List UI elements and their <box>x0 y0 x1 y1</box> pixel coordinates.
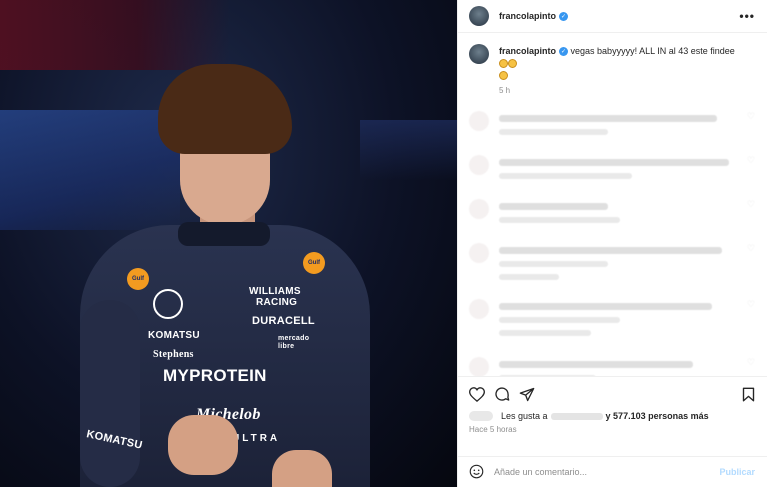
header-username[interactable]: francolapinto <box>499 11 556 21</box>
racing-logo: RACING <box>256 297 298 308</box>
duracell-logo: DURACELL <box>252 315 315 327</box>
comment-avatar[interactable] <box>469 243 489 263</box>
like-comment-icon[interactable]: ♡ <box>747 199 755 210</box>
share-paper-plane-icon[interactable] <box>519 387 535 404</box>
comment-row[interactable]: ♡ <box>469 357 755 376</box>
verified-badge-icon: ✓ <box>559 47 569 57</box>
more-options-icon[interactable]: ••• <box>739 9 755 23</box>
right-hand <box>272 450 332 487</box>
like-comment-icon[interactable]: ♡ <box>747 155 755 166</box>
emoji-icon <box>499 71 508 81</box>
post-caption: francolapinto ✓ vegas babyyyyy! ALL IN al… <box>469 44 755 97</box>
libre-logo: libre <box>278 343 295 350</box>
likes-summary[interactable]: Les gusta a y 577.103 personas más <box>469 411 755 421</box>
post-time: Hace 5 horas <box>469 425 517 434</box>
like-comment-icon[interactable]: ♡ <box>747 111 755 122</box>
caption-avatar[interactable] <box>469 44 489 64</box>
liker-name-blurred[interactable] <box>550 412 603 420</box>
comments-list[interactable]: francolapinto ✓ vegas babyyyyy! ALL IN al… <box>458 33 767 376</box>
likes-count[interactable]: y 577.103 personas más <box>606 411 709 421</box>
stephens-logo: Stephens <box>153 349 194 360</box>
suit-collar <box>178 222 270 246</box>
mercedes-logo <box>153 289 183 319</box>
post-image[interactable]: Gulf Gulf WILLIAMS RACING DURACELL KOMAT… <box>0 0 457 487</box>
publish-button[interactable]: Publicar <box>719 467 755 477</box>
comment-input[interactable]: Añade un comentario... <box>494 467 719 477</box>
comment-row[interactable]: ♡ <box>469 111 755 155</box>
background-red-panel <box>0 0 230 70</box>
background-blue-screen-right <box>360 120 457 180</box>
emoji-picker-icon[interactable] <box>469 464 484 481</box>
like-comment-icon[interactable]: ♡ <box>747 299 755 310</box>
bookmark-icon[interactable] <box>742 387 755 404</box>
comment-bubble-icon[interactable] <box>494 386 510 404</box>
caption-username[interactable]: francolapinto <box>499 46 556 56</box>
like-comment-icon[interactable]: ♡ <box>747 243 755 254</box>
emoji-icon <box>508 59 517 69</box>
gulf-logo-left: Gulf <box>127 268 149 290</box>
myprotein-logo: MYPROTEIN <box>163 366 267 385</box>
comment-avatar[interactable] <box>469 155 489 175</box>
caption-text: vegas babyyyyy! ALL IN al 43 este findee <box>570 46 735 56</box>
like-heart-icon[interactable] <box>468 386 486 404</box>
comment-avatar[interactable] <box>469 357 489 376</box>
likes-prefix: Les gusta a <box>501 411 548 421</box>
komatsu-logo: KOMATSU <box>148 330 200 341</box>
post-actions: Les gusta a y 577.103 personas más Hace … <box>458 376 767 456</box>
emoji-icon <box>499 59 508 69</box>
background-blue-screen <box>0 110 180 230</box>
comment-row[interactable]: ♡ <box>469 243 755 299</box>
left-arm <box>80 300 140 487</box>
williams-logo: WILLIAMS <box>249 286 301 297</box>
post-modal: Gulf Gulf WILLIAMS RACING DURACELL KOMAT… <box>0 0 767 487</box>
comment-avatar[interactable] <box>469 199 489 219</box>
mercado-logo: mercado <box>278 335 310 342</box>
verified-badge-icon: ✓ <box>559 11 569 21</box>
comment-row[interactable]: ♡ <box>469 299 755 357</box>
like-comment-icon[interactable]: ♡ <box>747 357 755 368</box>
caption-time: 5 h <box>499 86 511 95</box>
left-hand <box>168 415 238 475</box>
gulf-logo-right: Gulf <box>303 252 325 274</box>
post-sidebar: francolapinto ✓ ••• francolapinto ✓ vegas… <box>457 0 767 487</box>
ultra-logo: ULTRA <box>232 433 281 444</box>
liker-avatars <box>469 411 493 421</box>
avatar[interactable] <box>469 6 489 26</box>
hair <box>158 64 292 154</box>
comment-avatar[interactable] <box>469 299 489 319</box>
comment-row[interactable]: ♡ <box>469 199 755 243</box>
comment-row[interactable]: ♡ <box>469 155 755 199</box>
comment-avatar[interactable] <box>469 111 489 131</box>
post-header: francolapinto ✓ ••• <box>458 0 767 33</box>
add-comment-bar: Añade un comentario... Publicar <box>458 456 767 487</box>
